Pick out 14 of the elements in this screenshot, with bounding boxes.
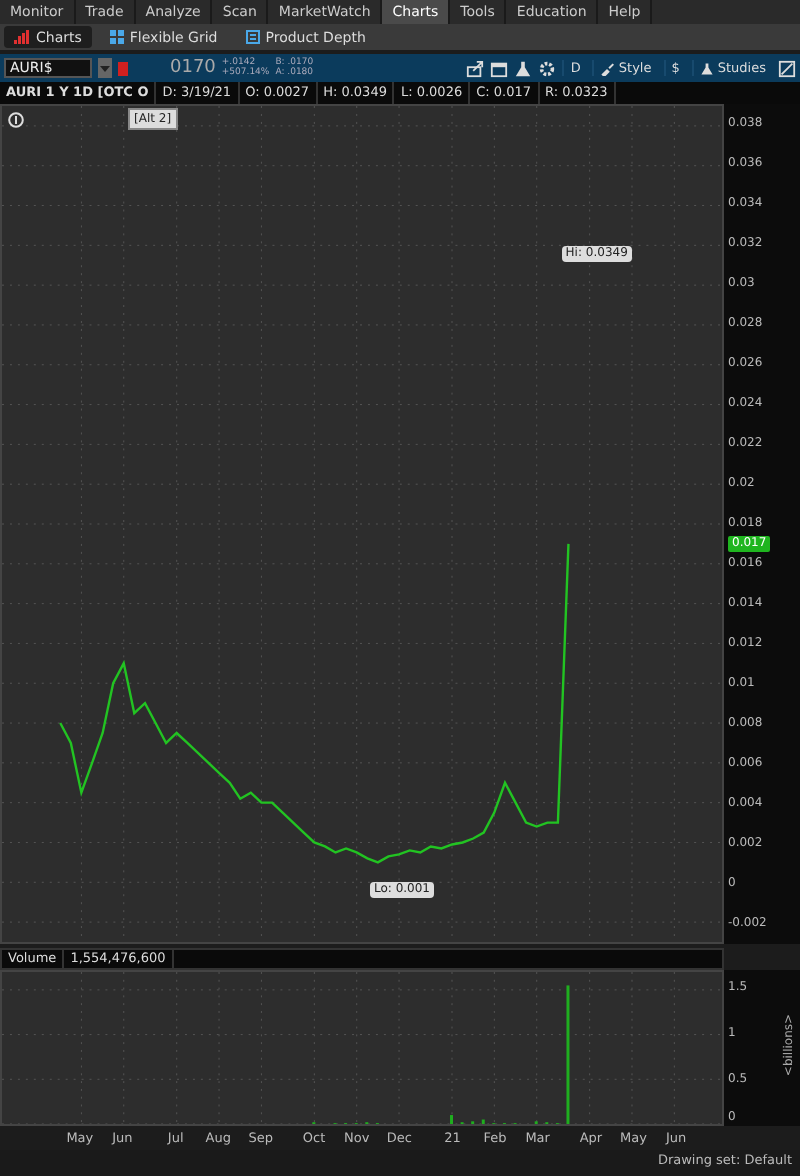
grid-icon	[109, 30, 124, 44]
gear-icon[interactable]	[538, 59, 557, 77]
share-icon[interactable]	[466, 59, 485, 77]
symbol-dropdown[interactable]	[98, 58, 112, 78]
flask-icon	[699, 61, 714, 75]
drawing-tools-icon[interactable]	[778, 59, 796, 77]
brush-icon	[600, 61, 615, 75]
book-icon	[245, 30, 260, 44]
calendar-icon[interactable]	[490, 59, 509, 77]
bar-chart-icon	[14, 30, 30, 44]
info-icon[interactable]	[8, 112, 24, 128]
caret-icon	[100, 65, 110, 71]
flask-icon[interactable]	[514, 59, 533, 77]
last-price: 0170	[170, 58, 216, 78]
